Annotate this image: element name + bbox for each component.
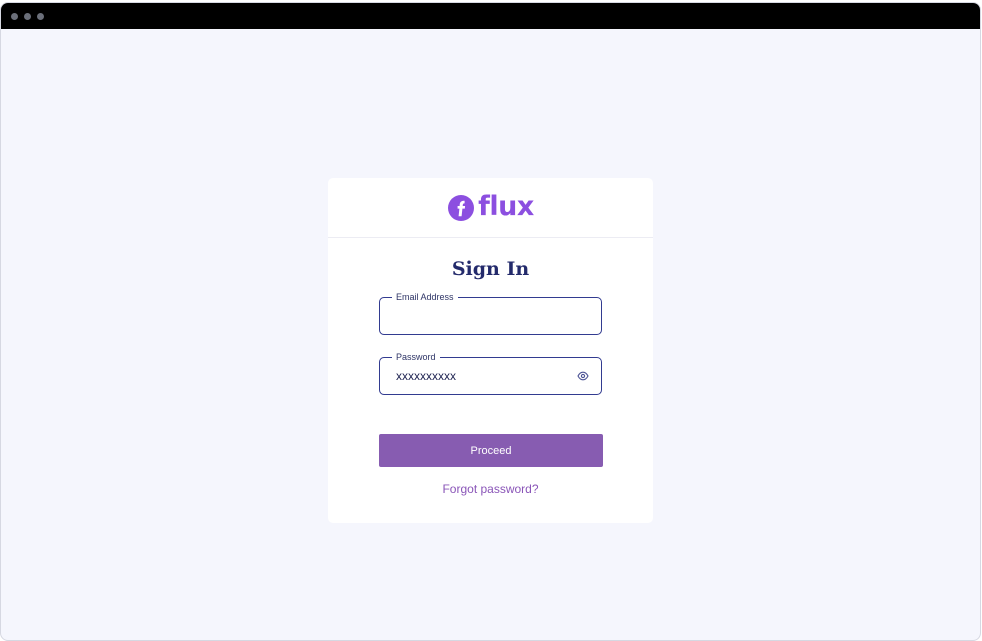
browser-window: flux Sign In Email Address Password Proc… (0, 2, 981, 641)
email-field[interactable]: Email Address (379, 291, 602, 335)
email-field-label: Email Address (392, 291, 458, 303)
brand-name: flux (478, 190, 534, 222)
window-titlebar (1, 3, 980, 29)
window-dot-icon (11, 12, 18, 20)
window-dot-icon (24, 12, 31, 20)
email-input[interactable] (396, 309, 566, 323)
password-input[interactable] (396, 369, 566, 383)
window-dot-icon (37, 12, 44, 20)
forgot-password-link[interactable]: Forgot password? (328, 482, 653, 496)
proceed-button[interactable]: Proceed (379, 434, 603, 467)
flux-f-logo-icon (448, 194, 475, 221)
brand-logo: flux (447, 190, 534, 222)
eye-icon[interactable] (577, 371, 589, 381)
card-header: flux (328, 178, 653, 238)
signin-card: flux Sign In Email Address Password Proc… (328, 178, 653, 523)
page-title: Sign In (451, 258, 530, 280)
password-field-label: Password (392, 351, 440, 363)
password-field[interactable]: Password (379, 351, 602, 395)
